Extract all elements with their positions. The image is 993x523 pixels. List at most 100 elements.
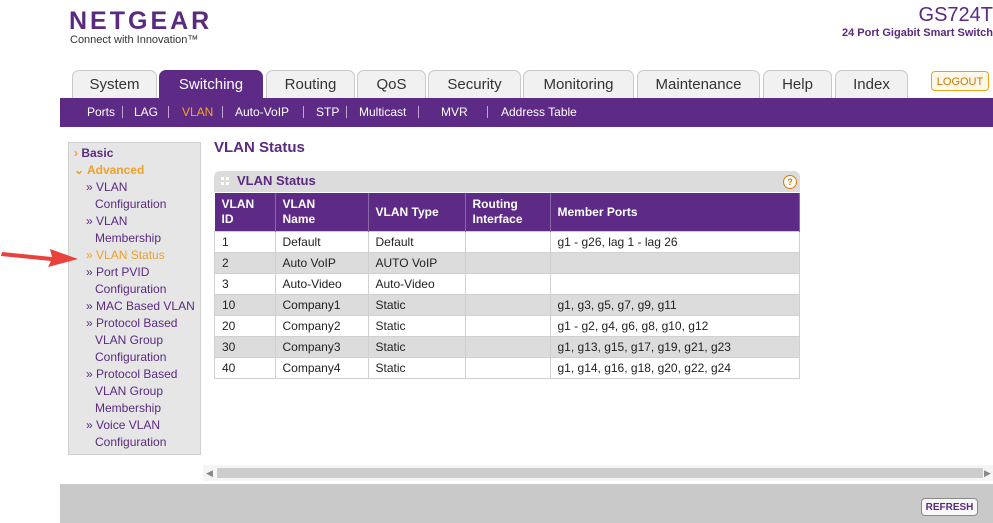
subnav-divider [346,106,347,118]
chevron-down-icon: ⌄ [74,163,85,177]
sidebar-item-label: Protocol Based [96,316,178,330]
cell-member-ports: g1 - g2, g4, g6, g8, g10, g12 [549,315,800,337]
column-header-vlan-id: VLAN ID [214,193,276,232]
sidebar-item-vlan-status[interactable]: » VLAN Status [86,247,165,264]
sidebar-item-protocol-vlan-group-configuration[interactable]: » Protocol Based VLAN Group Configuratio… [86,315,177,366]
cell-vlan-type: Static [367,336,466,358]
tab-help[interactable]: Help [763,70,832,98]
subnav-stp[interactable]: STP [316,98,339,127]
tab-routing[interactable]: Routing [266,70,355,98]
subnav-address-table[interactable]: Address Table [501,98,577,127]
table-row: 20 Company2 Static g1 - g2, g4, g6, g8, … [214,315,800,337]
table-row: 2 Auto VoIP AUTO VoIP [214,252,800,274]
tab-system[interactable]: System [72,70,157,98]
double-chevron-icon: » [86,316,93,330]
cell-vlan-name: Company2 [274,315,369,337]
cell-vlan-id: 3 [214,273,276,295]
netgear-logo: NETGEAR [69,7,213,35]
footer-bar [60,484,993,523]
vlan-status-table: VLAN ID VLAN Name VLAN Type Routing Interfa… [214,193,800,379]
table-row: 1 Default Default g1 - g26, lag 1 - lag … [214,231,800,253]
panel-title: VLAN Status [237,173,316,188]
double-chevron-icon: » [86,248,93,262]
subnav-divider [122,106,123,118]
subnav-divider [487,106,488,118]
sidebar-advanced[interactable]: ⌄ Advanced [74,162,144,179]
double-chevron-icon: » [86,418,93,432]
cell-vlan-id: 40 [214,357,276,379]
tab-monitoring[interactable]: Monitoring [523,70,634,98]
cell-routing-interface [464,252,551,274]
subnav-vlan[interactable]: VLAN [182,98,213,127]
sidebar-item-label: Membership [95,401,162,415]
sidebar-item-label: Configuration [95,435,167,449]
cell-vlan-type: Auto-Video [367,273,466,295]
double-chevron-icon: » [86,265,93,279]
scroll-left-icon[interactable]: ◀ [206,468,213,479]
cell-routing-interface [464,273,551,295]
double-chevron-icon: » [86,299,93,313]
sidebar-item-vlan-membership[interactable]: » VLAN Membership [86,213,161,247]
scroll-right-icon[interactable]: ▶ [984,468,991,479]
subnav-ports[interactable]: Ports [87,98,115,127]
sidebar-item-port-pvid-configuration[interactable]: » Port PVID Configuration [86,264,166,298]
cell-vlan-id: 20 [214,315,276,337]
sidebar-item-label: Protocol Based [96,367,178,381]
sidebar-item-protocol-vlan-group-membership[interactable]: » Protocol Based VLAN Group Membership [86,366,177,417]
sidebar-item-label: Membership [95,231,162,245]
grip-icon [221,177,229,185]
subnav-multicast[interactable]: Multicast [359,98,406,127]
column-header-member-ports: Member Ports [550,193,800,232]
subnav-divider [418,106,419,118]
double-chevron-icon: » [86,367,93,381]
sidebar-item-label: VLAN Status [96,248,165,262]
sidebar-item-mac-based-vlan[interactable]: » MAC Based VLAN [86,298,195,315]
sidebar-item-vlan-configuration[interactable]: » VLAN Configuration [86,179,166,213]
column-header-vlan-name: VLAN Name [275,193,369,232]
cell-vlan-type: Static [367,357,466,379]
model-name: GS724T [918,4,993,26]
cell-vlan-type: Static [367,294,466,316]
cell-member-ports [549,252,800,274]
table-row: 10 Company1 Static g1, g3, g5, g7, g9, g… [214,294,800,316]
help-icon[interactable]: ? [783,175,797,189]
scrollbar-thumb[interactable] [217,468,983,478]
sidebar-basic[interactable]: › Basic [74,145,113,162]
cell-routing-interface [464,357,551,379]
column-header-vlan-type: VLAN Type [368,193,466,232]
cell-member-ports [549,273,800,295]
cell-vlan-id: 10 [214,294,276,316]
logout-button[interactable]: LOGOUT [931,71,989,91]
sidebar-item-label: Port PVID [96,265,150,279]
cell-member-ports: g1, g3, g5, g7, g9, g11 [549,294,800,316]
double-chevron-icon: » [86,180,93,194]
sidebar-basic-label: Basic [81,146,114,160]
cell-vlan-name: Company1 [274,294,369,316]
tab-switching[interactable]: Switching [159,70,263,98]
sidebar-item-voice-vlan-configuration[interactable]: » Voice VLAN Configuration [86,417,166,451]
subnav-mvr[interactable]: MVR [441,98,468,127]
sidebar-item-label: Configuration [95,282,167,296]
sidebar-item-label: VLAN [96,180,128,194]
cell-vlan-name: Auto-Video [274,273,369,295]
tab-qos[interactable]: QoS [357,70,426,98]
double-chevron-icon: » [86,214,93,228]
tab-security[interactable]: Security [428,70,521,98]
cell-vlan-id: 2 [214,252,276,274]
model-description: 24 Port Gigabit Smart Switch [842,27,993,39]
subnav-lag[interactable]: LAG [134,98,158,127]
table-row: 3 Auto-Video Auto-Video [214,273,800,295]
sidebar-item-label: MAC Based VLAN [96,299,195,313]
refresh-button[interactable]: REFRESH [921,498,978,516]
column-header-routing-interface: Routing Interface [465,193,551,232]
page-title: VLAN Status [214,139,305,156]
subnav-divider [222,106,223,118]
cell-vlan-name: Default [274,231,369,253]
cell-vlan-name: Company4 [274,357,369,379]
tab-maintenance[interactable]: Maintenance [637,70,760,98]
subnav-auto-voip[interactable]: Auto-VoIP [235,98,289,127]
sidebar-item-label: Configuration [95,350,167,364]
cell-vlan-name: Company3 [274,336,369,358]
tab-index[interactable]: Index [835,70,908,98]
subnav-divider [303,106,304,118]
